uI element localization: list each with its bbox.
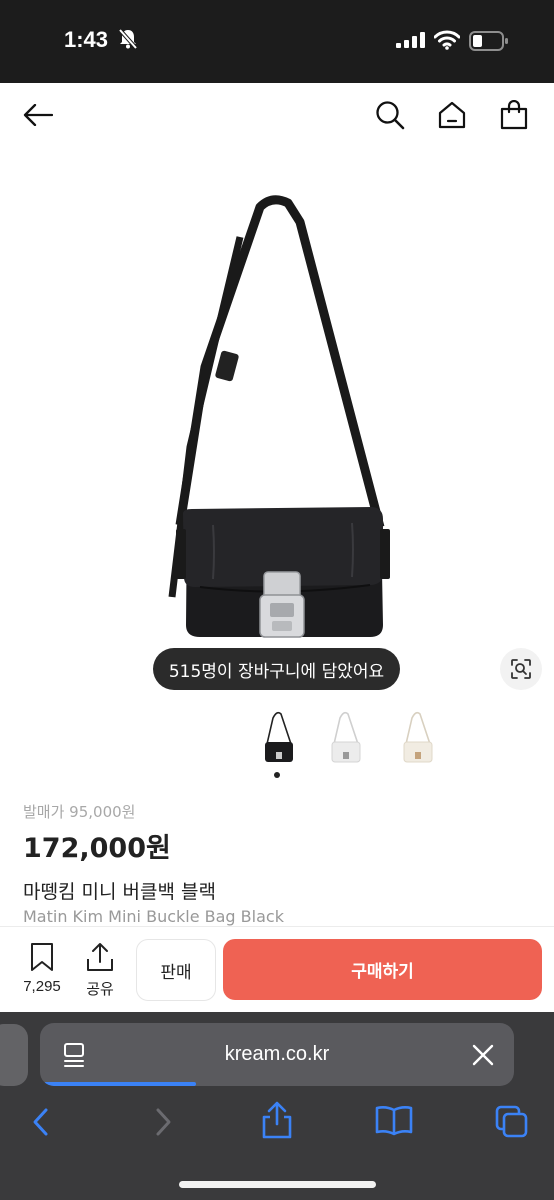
bottom-action-bar: 7,295 공유 판매 구매하기	[0, 926, 554, 1013]
bookmark-count: 7,295	[23, 978, 61, 995]
status-bar: 1:43	[0, 0, 554, 83]
thumbnail-white[interactable]	[326, 708, 366, 770]
address-bar[interactable]: kream.co.kr	[40, 1023, 514, 1086]
thumbnail-ivory[interactable]	[398, 708, 438, 770]
cellular-signal-icon	[396, 32, 426, 52]
top-nav	[0, 83, 554, 147]
close-icon[interactable]	[472, 1044, 494, 1070]
silent-bell-icon	[118, 28, 138, 54]
thumbnail-selected-indicator	[274, 772, 280, 778]
tabs-icon[interactable]	[494, 1104, 530, 1144]
home-indicator	[179, 1181, 376, 1188]
current-price: 172,000원	[23, 833, 171, 864]
share-button[interactable]: 공유	[78, 942, 122, 999]
wifi-icon	[433, 30, 461, 54]
product-name-korean: 마뗑킴 미니 버클백 블랙	[23, 881, 216, 903]
status-time: 1:43	[64, 27, 109, 52]
release-price: 발매가 95,000원	[23, 803, 136, 821]
bookmark-button[interactable]: 7,295	[18, 942, 66, 995]
cart-count-notice: 515명이 장바구니에 담았어요	[153, 648, 400, 690]
sell-button[interactable]: 판매	[136, 939, 216, 1001]
home-icon[interactable]	[432, 95, 472, 135]
page-load-progress	[44, 1082, 196, 1086]
back-chevron-icon[interactable]	[30, 1106, 54, 1142]
share-label: 공유	[86, 980, 114, 998]
safari-toolbar	[0, 1100, 554, 1144]
forward-chevron-icon[interactable]	[150, 1106, 174, 1142]
product-name-english: Matin Kim Mini Buckle Bag Black	[23, 907, 284, 926]
shopping-bag-icon[interactable]	[494, 95, 534, 135]
product-image[interactable]	[0, 147, 554, 695]
url-text: kream.co.kr	[224, 1043, 330, 1065]
browser-toolbar: kream.co.kr	[0, 1012, 554, 1200]
previous-tab[interactable]	[0, 1024, 28, 1086]
buy-button[interactable]: 구매하기	[223, 939, 542, 1000]
bookmark-icon	[31, 943, 53, 971]
thumbnail-black[interactable]	[259, 708, 299, 770]
share-icon	[87, 943, 113, 971]
share-sheet-icon[interactable]	[260, 1100, 294, 1144]
battery-icon	[469, 30, 509, 56]
lens-search-icon	[511, 659, 531, 679]
image-search-button[interactable]	[500, 648, 542, 690]
search-icon[interactable]	[370, 95, 410, 135]
back-arrow-icon[interactable]	[18, 97, 58, 133]
bookmarks-icon[interactable]	[374, 1104, 414, 1142]
